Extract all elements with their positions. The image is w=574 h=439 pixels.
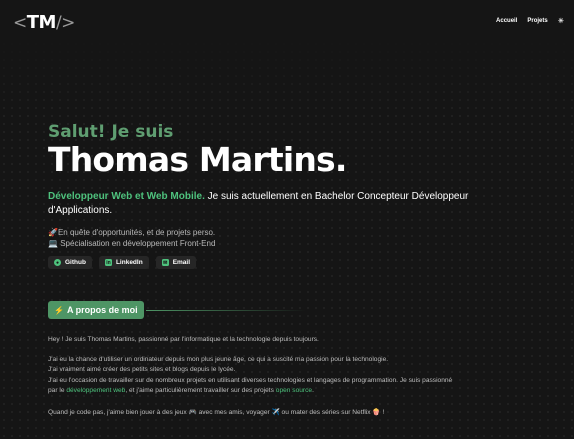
rocket-icon: 🚀 (48, 228, 58, 237)
social-links: ● Github in LinkedIn ✉ Email (48, 256, 197, 269)
hero-point-text: En quête d'opportunités, et de projets p… (57, 228, 216, 237)
about-text: Hey ! Je suis Thomas Martins, passionné … (48, 335, 538, 418)
section-divider (146, 310, 306, 311)
hero-point: 🚀En quête d'opportunités, et de projets … (48, 227, 215, 238)
linkedin-label: LinkedIn (115, 259, 143, 266)
logo-bracket-right: /> (55, 13, 75, 33)
github-button[interactable]: ● Github (48, 256, 92, 269)
about-badge: ⚡ A propos de moi (48, 301, 144, 319)
github-icon: ● (54, 259, 61, 266)
about-text-fragment: , et j'aime particulièrement travailler … (125, 387, 276, 394)
hero-greeting: Salut! Je suis (48, 122, 174, 142)
site-header: <TM/> Accueil Projets ☀ (0, 0, 574, 46)
hero-points: 🚀En quête d'opportunités, et de projets … (48, 227, 215, 249)
sun-icon[interactable]: ☀ (558, 17, 564, 25)
about-paragraph: J'ai eu l'occasion de travailler sur de … (48, 376, 453, 384)
link-web-development[interactable]: développement web (66, 387, 125, 394)
about-paragraph: par le développement web, et j'aime part… (48, 386, 538, 397)
main-nav: Accueil Projets ☀ (496, 17, 564, 25)
lightning-icon: ⚡ (54, 305, 64, 315)
github-label: Github (65, 259, 86, 266)
about-text-fragment: par le (48, 387, 67, 394)
email-label: Email (172, 259, 191, 266)
hero-name: Thomas Martins. (48, 140, 347, 179)
logo-text: TM (26, 12, 57, 33)
linkedin-button[interactable]: in LinkedIn (98, 256, 149, 269)
nav-link-accueil[interactable]: Accueil (496, 18, 517, 24)
link-open-source[interactable]: open source (276, 387, 312, 394)
hero-intro: Développeur Web et Web Mobile. Je suis a… (48, 190, 518, 218)
about-paragraph: Hey ! Je suis Thomas Martins, passionné … (48, 336, 319, 343)
about-text-fragment: . (312, 387, 314, 394)
hero-point-text: Spécialisation en développement Front-En… (60, 239, 216, 248)
email-button[interactable]: ✉ Email (155, 256, 197, 269)
laptop-icon: 💻 (48, 239, 58, 248)
about-section-header: ⚡ A propos de moi (48, 301, 308, 319)
about-paragraph: J'ai vraiment aimé créer des petits site… (48, 366, 236, 373)
hero-role: Développeur Web et Web Mobile. (48, 191, 205, 202)
about-title: A propos de moi (66, 305, 138, 315)
about-paragraph: J'ai eu la chance d'utiliser un ordinate… (48, 355, 389, 363)
nav-link-projets[interactable]: Projets (527, 18, 547, 24)
linkedin-icon: in (104, 259, 112, 266)
site-logo[interactable]: <TM/> (13, 12, 75, 33)
hero-point: 💻 Spécialisation en développement Front-… (48, 238, 215, 249)
mail-icon: ✉ (161, 259, 169, 266)
about-paragraph: Quand je code pas, j'aime bien jouer à d… (48, 408, 385, 416)
logo-bracket-left: < (13, 13, 27, 33)
